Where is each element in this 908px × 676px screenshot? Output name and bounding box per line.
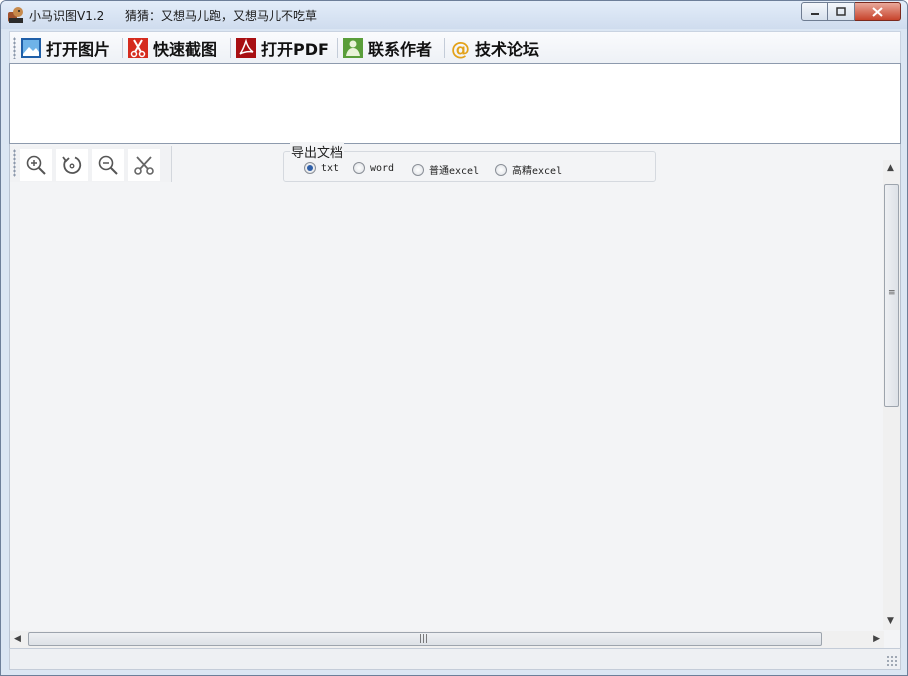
maximize-icon xyxy=(836,7,846,16)
status-bar xyxy=(9,648,901,670)
contact-author-label: 联系作者 xyxy=(368,40,433,59)
horizontal-scrollbar[interactable]: ◀ ||| ▶ xyxy=(10,631,884,648)
minimize-icon xyxy=(810,12,819,15)
radio-label-excel: 普通excel xyxy=(429,166,480,177)
scroll-down-arrow-icon[interactable]: ▼ xyxy=(887,617,894,626)
image-icon xyxy=(20,37,42,59)
maximize-button[interactable] xyxy=(828,2,855,21)
contact-icon xyxy=(342,37,364,59)
svg-text:@: @ xyxy=(451,38,470,59)
zoom-out-icon xyxy=(98,155,118,175)
window-controls xyxy=(801,2,901,21)
scroll-right-arrow-icon[interactable]: ▶ xyxy=(873,635,880,644)
horizontal-scroll-thumb[interactable]: ||| xyxy=(28,632,822,646)
vertical-thumb-grip: ≡ xyxy=(888,288,896,298)
vertical-scrollbar[interactable]: ▲ ≡ ▼ xyxy=(883,160,900,630)
recognized-text-area[interactable] xyxy=(9,63,901,144)
scissors-icon xyxy=(127,37,149,59)
rotate-icon xyxy=(62,156,82,174)
export-option-excel[interactable]: 普通excel xyxy=(412,162,479,177)
radio-label-hd-excel: 高精excel xyxy=(512,166,563,177)
export-option-txt[interactable]: txt xyxy=(304,162,339,174)
image-workspace[interactable]: 导出文档 txt word 普通excel 高精excel ▲ ≡ ▼ ◀ ||… xyxy=(9,142,901,648)
quick-screenshot-button[interactable]: 快速截图 xyxy=(127,35,217,61)
close-icon xyxy=(872,6,883,17)
quick-screenshot-label: 快速截图 xyxy=(153,40,218,59)
main-toolbar: 打开图片 快速截图 打开PDF 联系作者 @ 技术论坛 xyxy=(9,31,901,63)
window-title: 小马识图V1.2 xyxy=(29,9,105,23)
open-pdf-button[interactable]: 打开PDF xyxy=(235,35,329,61)
toolbar-grip[interactable] xyxy=(13,37,16,59)
toolbar-separator xyxy=(122,38,123,58)
open-image-label: 打开图片 xyxy=(46,40,111,59)
image-toolbar-grip[interactable] xyxy=(13,149,16,177)
open-pdf-label: 打开PDF xyxy=(261,40,329,59)
radio-excel[interactable] xyxy=(412,163,424,176)
minimize-button[interactable] xyxy=(801,2,828,21)
radio-word[interactable] xyxy=(353,162,365,174)
crop-button[interactable] xyxy=(128,149,160,181)
export-option-word[interactable]: word xyxy=(353,162,394,174)
radio-label-word: word xyxy=(370,162,395,174)
toolbar-separator xyxy=(337,38,338,58)
at-icon: @ xyxy=(449,37,471,59)
radio-txt[interactable] xyxy=(304,162,316,174)
close-button[interactable] xyxy=(855,2,901,21)
radio-hd-excel[interactable] xyxy=(495,163,507,176)
radio-label-txt: txt xyxy=(321,162,340,174)
toolbar-separator xyxy=(230,38,231,58)
window-subtitle: 猜猜：又想马儿跑，又想马儿不吃草 xyxy=(125,9,318,23)
export-option-hd-excel[interactable]: 高精excel xyxy=(495,162,562,177)
crop-scissors-icon xyxy=(134,156,154,175)
scroll-left-arrow-icon[interactable]: ◀ xyxy=(14,635,21,644)
tech-forum-label: 技术论坛 xyxy=(475,40,540,59)
zoom-out-button[interactable] xyxy=(92,149,124,181)
pdf-icon xyxy=(235,37,257,59)
open-image-button[interactable]: 打开图片 xyxy=(20,35,110,61)
tech-forum-button[interactable]: @ 技术论坛 xyxy=(449,35,539,61)
zoom-in-button[interactable] xyxy=(20,149,52,181)
rotate-button[interactable] xyxy=(56,149,88,181)
toolbar-separator xyxy=(444,38,445,58)
zoom-in-icon xyxy=(26,155,46,175)
vertical-scroll-thumb[interactable]: ≡ xyxy=(884,184,899,407)
contact-author-button[interactable]: 联系作者 xyxy=(342,35,432,61)
export-legend: 导出文档 xyxy=(290,142,345,161)
horse-app-icon xyxy=(7,6,25,24)
image-toolbar xyxy=(10,146,172,182)
horizontal-thumb-grip: ||| xyxy=(419,634,429,644)
resize-grip-icon[interactable] xyxy=(886,655,898,667)
export-format-group: 导出文档 txt word 普通excel 高精excel xyxy=(283,142,656,182)
scroll-up-arrow-icon[interactable]: ▲ xyxy=(887,164,894,173)
title-bar[interactable]: 小马识图V1.2 猜猜：又想马儿跑，又想马儿不吃草 xyxy=(1,1,907,29)
app-window: 小马识图V1.2 猜猜：又想马儿跑，又想马儿不吃草 打开图片 快速截图 打开PD… xyxy=(0,0,908,676)
